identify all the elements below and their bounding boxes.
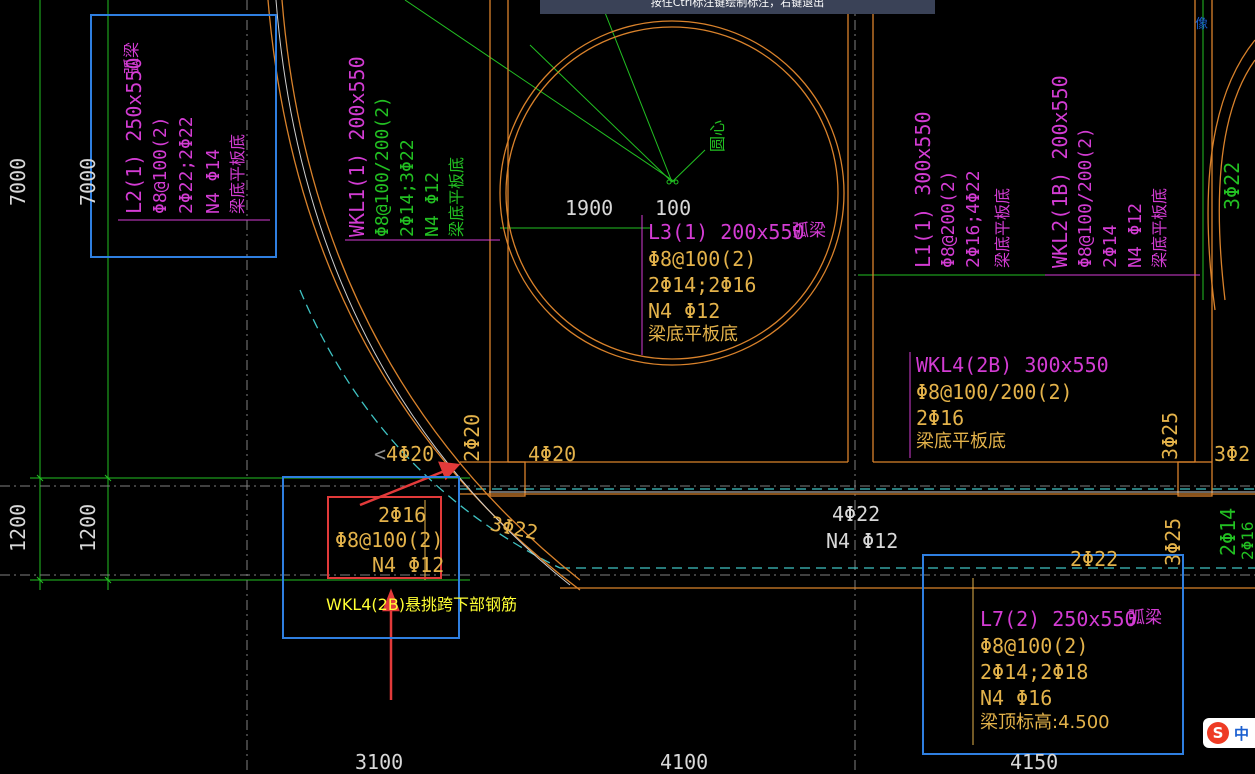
dim-100: 100 (655, 196, 692, 220)
l2-note: 梁底平板底 (228, 133, 247, 214)
rebar-2phi16-edge: 2Φ16 (1238, 521, 1255, 560)
wkl4-title: WKL4(2B) 300x550 (916, 353, 1109, 377)
l7-note: 梁顶标高:4.500 (980, 712, 1110, 733)
l2-stirrup: Φ8@100(2) (150, 116, 171, 214)
corner-char: 像 (1195, 17, 1209, 32)
dim-1200-left: 1200 (6, 503, 30, 552)
wkl1-stirrup: Φ8@100/200(2) (372, 96, 393, 237)
cant-stirrup: Φ8@100(2) (335, 528, 444, 552)
rebar-cantilever-top: <4Φ20 (374, 442, 435, 466)
ime-mode-label: 中 (1234, 725, 1250, 743)
center-label: 圆心 (708, 119, 727, 152)
rebar-3phi2-edge: 3Φ2 (1214, 442, 1251, 466)
rebar-mid-4phi22: 4Φ22 (832, 502, 881, 526)
l7-long: 2Φ14;2Φ18 (980, 660, 1089, 684)
wkl1-title: WKL1(1) 200x550 (345, 56, 369, 237)
wkl1-long: 2Φ14;3Φ22 (397, 139, 418, 237)
status-hint-text: 按住Ctrl标注键绘制标注，右键退出 (650, 0, 825, 9)
rebar-mid-n4: N4 Φ12 (826, 529, 899, 553)
l1-long: 2Φ16;4Φ22 (963, 170, 984, 268)
wkl4-long: 2Φ16 (916, 406, 965, 430)
rebar-3phi25-top: 3Φ25 (1158, 411, 1182, 460)
l2-long: 2Φ22;2Φ22 (176, 116, 197, 214)
wkl4-stirrup: Φ8@100/200(2) (916, 380, 1073, 404)
rebar-3phi25-bot: 3Φ25 (1161, 517, 1185, 566)
l2-tag: 弧梁 (122, 41, 141, 74)
dim-7000-left: 7000 (6, 157, 30, 206)
l3-note: 梁底平板底 (648, 324, 738, 345)
rebar-span-top: 4Φ20 (528, 442, 577, 466)
wkl2-n: N4 Φ12 (1125, 202, 1146, 268)
wkl2-long: 2Φ14 (1100, 224, 1121, 268)
l1-note: 梁底平板底 (993, 187, 1012, 268)
dim-7000-right: 7000 (76, 157, 100, 206)
l2-n: N4 Φ14 (203, 148, 224, 214)
l7-stirrup: Φ8@100(2) (980, 634, 1089, 658)
l3-title: L3(1) 200x550 (648, 220, 805, 244)
annotation-text: WKL4(2B)悬挑跨下部钢筋 (326, 595, 518, 614)
dim-1200-right: 1200 (76, 503, 100, 552)
l3-tag: 弧梁 (792, 221, 826, 241)
rebar-2phi14: 2Φ14 (1216, 507, 1240, 556)
l3-n: N4 Φ12 (648, 299, 721, 323)
l7-n: N4 Φ16 (980, 686, 1053, 710)
wkl1-note: 梁底平板底 (447, 156, 466, 237)
wkl2-stirrup: Φ8@100/200(2) (1075, 127, 1096, 268)
l1-title: L1(1) 300x550 (911, 111, 935, 268)
status-hint-bar: 按住Ctrl标注键绘制标注，右键退出 (540, 0, 935, 14)
cant-n: N4 Φ12 (372, 553, 445, 577)
center-point-left (666, 179, 672, 185)
rebar-cantilever-top-text: 4Φ20 (386, 442, 435, 466)
wkl2-title: WKL2(1B) 200x550 (1048, 75, 1072, 268)
ime-logo-icon: S (1207, 722, 1229, 744)
wkl1-n: N4 Φ12 (422, 171, 443, 237)
l3-long: 2Φ14;2Φ16 (648, 273, 757, 297)
l7-tag: 弧梁 (1128, 608, 1162, 628)
wkl4-note: 梁底平板底 (916, 431, 1006, 452)
dim-3100: 3100 (355, 750, 404, 774)
ime-indicator[interactable]: S 中 (1203, 718, 1255, 748)
dim-4150: 4150 (1010, 750, 1059, 774)
dim-1900: 1900 (565, 196, 614, 220)
l1-stirrup: Φ8@200(2) (938, 170, 959, 268)
rebar-3phi22-edge: 3Φ22 (1220, 161, 1244, 210)
rebar-2phi22: 2Φ22 (1070, 547, 1119, 571)
cant-bottom: 2Φ16 (378, 503, 427, 527)
l2-title: L2(1) 250x550 (122, 57, 146, 214)
wkl2-note: 梁底平板底 (1150, 187, 1169, 268)
l3-stirrup: Φ8@100(2) (648, 247, 757, 271)
rebar-2phi20: 2Φ20 (460, 413, 484, 462)
l7-title: L7(2) 250x550 (980, 607, 1137, 631)
dim-4100: 4100 (660, 750, 709, 774)
